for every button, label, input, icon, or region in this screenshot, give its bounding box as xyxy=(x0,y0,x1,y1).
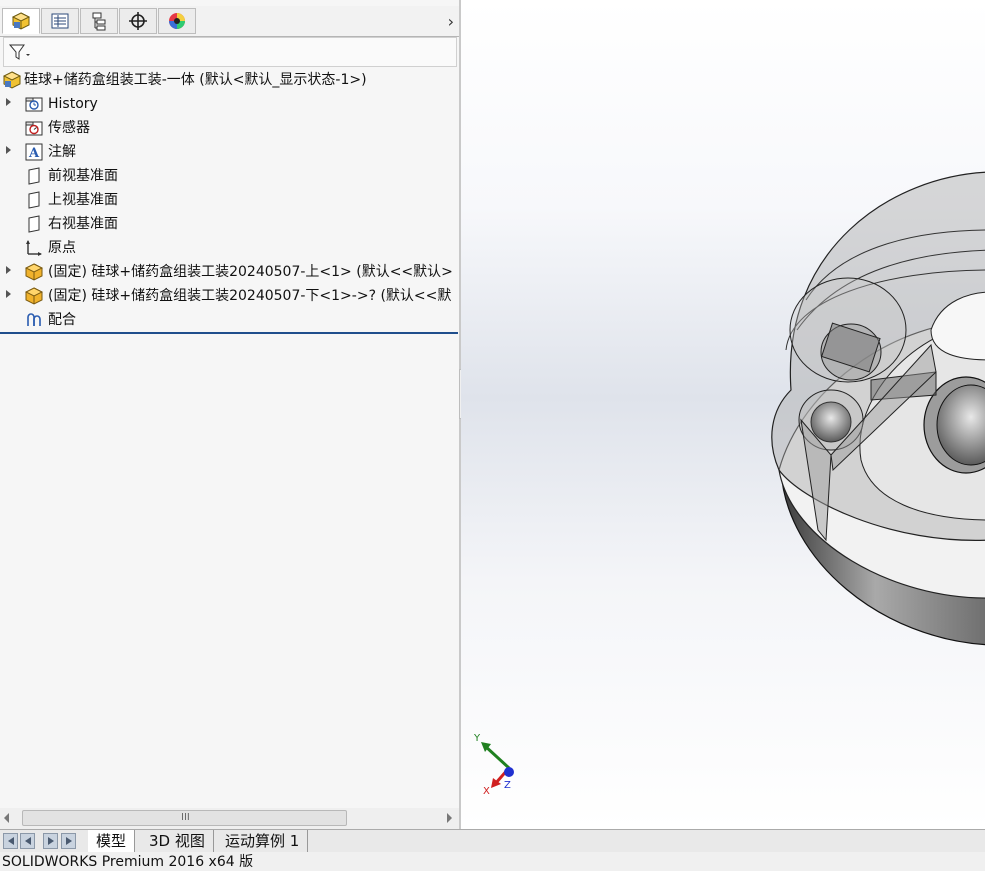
tree-item-label: 传感器 xyxy=(48,120,90,136)
tree-item-label: 配合 xyxy=(48,312,76,328)
next-tab-button[interactable] xyxy=(43,833,58,849)
svg-text:A: A xyxy=(28,146,40,161)
tree-root-label: 硅球+储药盒组装工装-一体 (默认<默认_显示状态-1>) xyxy=(24,72,367,88)
filter-bar[interactable] xyxy=(3,37,457,67)
tab-motion-study[interactable]: 运动算例 1 xyxy=(217,830,309,852)
tab-dimxpertmanager[interactable] xyxy=(119,8,157,34)
tree-item-annotations[interactable]: A 注解 xyxy=(0,140,460,164)
triad-y-label: Y xyxy=(473,733,481,744)
tree-item-right-plane[interactable]: 右视基准面 xyxy=(0,212,460,236)
tab-3d-view[interactable]: 3D 视图 xyxy=(141,830,214,852)
tab-overflow-chevron-icon[interactable]: › xyxy=(448,12,454,31)
tab-featuremanager[interactable] xyxy=(2,8,40,34)
tab-model[interactable]: 模型 xyxy=(88,830,136,852)
plane-icon xyxy=(28,191,40,209)
tree-item-part-lower[interactable]: (固定) 硅球+储药盒组装工装20240507-下<1>->? (默认<<默 xyxy=(0,284,460,308)
tree-root[interactable]: 硅球+储药盒组装工装-一体 (默认<默认_显示状态-1>) xyxy=(0,68,460,92)
first-tab-button[interactable] xyxy=(3,833,18,849)
tree-item-mates[interactable]: 配合 xyxy=(0,308,460,332)
tree-item-part-upper[interactable]: (固定) 硅球+储药盒组装工装20240507-上<1> (默认<<默认> xyxy=(0,260,460,284)
tree-item-sensors[interactable]: 传感器 xyxy=(0,116,460,140)
displaymanager-icon xyxy=(169,13,185,29)
origin-icon xyxy=(26,240,42,256)
tab-displaymanager[interactable] xyxy=(158,8,196,34)
expand-arrow-icon[interactable] xyxy=(6,98,11,106)
rollback-bar[interactable] xyxy=(0,332,458,334)
mates-icon xyxy=(27,313,41,326)
scrollbar-grip: III xyxy=(181,812,190,823)
triad-x-label: X xyxy=(483,786,490,797)
tree-item-label: 注解 xyxy=(48,144,76,160)
scrollbar-thumb[interactable]: III xyxy=(22,810,347,826)
configurationmanager-icon xyxy=(92,12,106,31)
part-icon xyxy=(25,287,43,305)
tree-item-origin[interactable]: 原点 xyxy=(0,236,460,260)
prev-tab-button[interactable] xyxy=(20,833,35,849)
dimxpert-icon xyxy=(129,12,147,30)
reference-triad: Y X Z xyxy=(473,733,514,797)
part-icon xyxy=(25,263,43,281)
propertymanager-icon xyxy=(51,13,69,29)
bottom-tab-bar: 模型 3D 视图 运动算例 1 xyxy=(0,829,985,852)
tree-item-front-plane[interactable]: 前视基准面 xyxy=(0,164,460,188)
triad-z-label: Z xyxy=(504,780,511,791)
scroll-right-arrow-icon[interactable] xyxy=(447,813,452,823)
tree-item-label: (固定) 硅球+储药盒组装工装20240507-上<1> (默认<<默认> xyxy=(48,264,453,280)
tab-configurationmanager[interactable] xyxy=(80,8,118,34)
tree-item-label: 右视基准面 xyxy=(48,216,118,232)
status-text: SOLIDWORKS Premium 2016 x64 版 xyxy=(2,854,254,870)
tree-item-label: 原点 xyxy=(48,240,76,256)
tree-item-top-plane[interactable]: 上视基准面 xyxy=(0,188,460,212)
tree-item-history[interactable]: History xyxy=(0,92,460,116)
plane-icon xyxy=(28,215,40,233)
annotation-icon: A xyxy=(25,143,43,161)
tree-item-label: History xyxy=(48,96,98,112)
filter-icon[interactable] xyxy=(8,42,32,62)
tab-propertymanager[interactable] xyxy=(41,8,79,34)
scroll-left-arrow-icon[interactable] xyxy=(4,813,9,823)
assembly-model[interactable] xyxy=(461,0,985,829)
last-tab-button[interactable] xyxy=(61,833,76,849)
tree-item-label: 前视基准面 xyxy=(48,168,118,184)
panel-tab-bar: › xyxy=(0,6,460,37)
expand-arrow-icon[interactable] xyxy=(6,290,11,298)
horizontal-scrollbar[interactable]: III xyxy=(0,808,460,829)
expand-arrow-icon[interactable] xyxy=(6,146,11,154)
featuremanager-tree-icon xyxy=(11,12,31,30)
expand-arrow-icon[interactable] xyxy=(6,266,11,274)
sensor-folder-icon xyxy=(25,121,43,136)
tree-item-label: 上视基准面 xyxy=(48,192,118,208)
plane-icon xyxy=(28,167,40,185)
feature-manager-panel: › 硅球+储药盒组装工装-一体 (默认<默认_显示状态-1>) History … xyxy=(0,0,460,829)
graphics-viewport[interactable]: Y X Z xyxy=(461,0,985,829)
tree-item-label: (固定) 硅球+储药盒组装工装20240507-下<1>->? (默认<<默 xyxy=(48,288,452,304)
history-folder-icon xyxy=(25,97,43,112)
status-bar: SOLIDWORKS Premium 2016 x64 版 xyxy=(0,852,985,870)
assembly-icon xyxy=(3,71,21,89)
